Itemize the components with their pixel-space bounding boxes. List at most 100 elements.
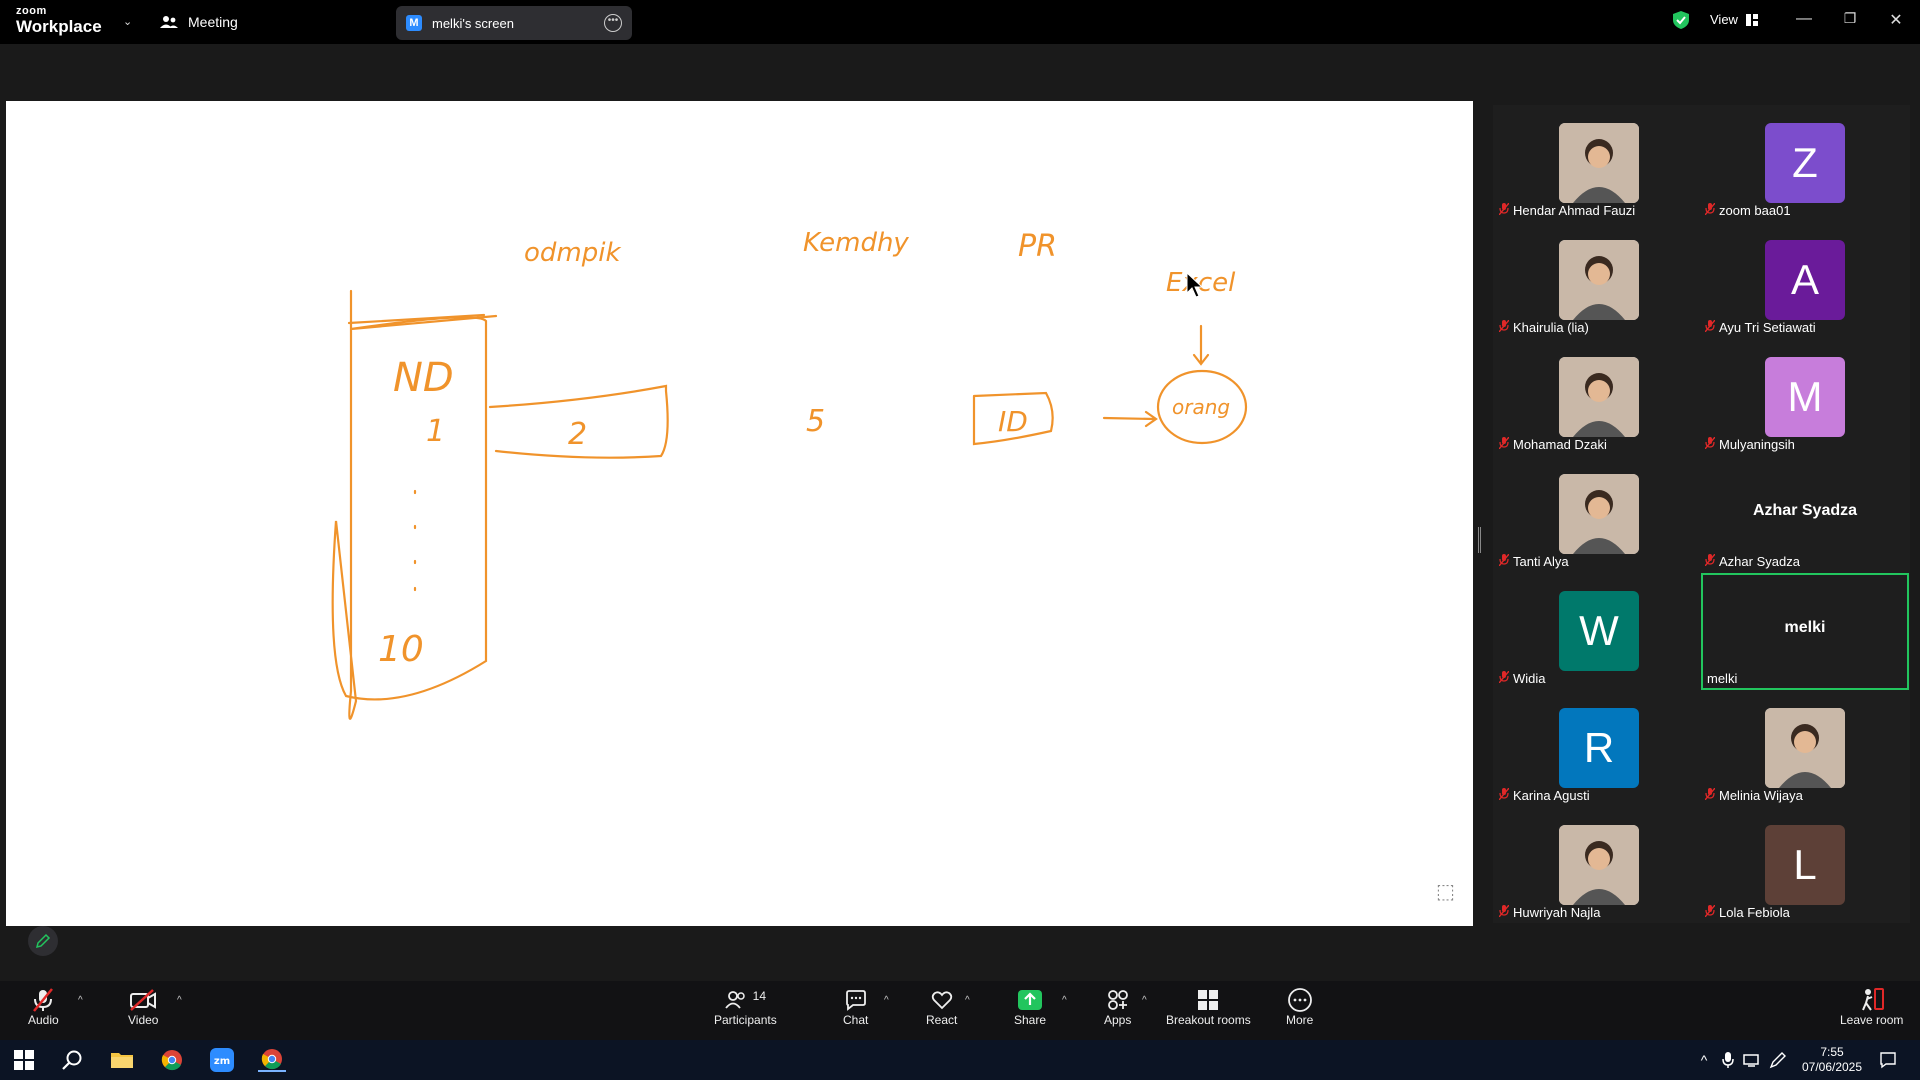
mic-muted-icon: [1704, 436, 1716, 452]
annotate-pen-icon[interactable]: [28, 926, 58, 956]
participant-name-label: Ayu Tri Setiawati: [1704, 319, 1816, 335]
windows-start-icon[interactable]: [10, 1048, 38, 1072]
apps-label: Apps: [1104, 1013, 1132, 1027]
restore-icon[interactable]: ❐: [1840, 10, 1860, 27]
title-bar: zoom Workplace ⌄ Meeting M melki's scree…: [0, 0, 1920, 44]
label-1: ND: [393, 355, 454, 401]
meeting-label: Meeting: [188, 14, 238, 30]
video-off-icon: [130, 989, 157, 1011]
participant-tile[interactable]: R Karina Agusti: [1495, 690, 1703, 807]
label-3: 2: [568, 417, 587, 452]
more-button[interactable]: More: [1286, 987, 1313, 1027]
participant-tile[interactable]: W Widia: [1495, 573, 1703, 690]
participant-name-label: melki: [1707, 671, 1737, 686]
participant-name: Ayu Tri Setiawati: [1719, 320, 1816, 335]
participant-tile[interactable]: M Mulyaningsih: [1701, 339, 1909, 456]
shield-check-icon[interactable]: [1672, 10, 1690, 30]
meeting-button[interactable]: Meeting: [160, 12, 238, 32]
mic-muted-icon: [1498, 670, 1510, 686]
notifications-icon[interactable]: [1874, 1048, 1902, 1072]
video-button[interactable]: Video: [128, 987, 158, 1027]
breakout-rooms-button[interactable]: Breakout rooms: [1166, 987, 1251, 1027]
participant-tile[interactable]: L Lola Febiola: [1701, 807, 1909, 924]
react-label: React: [926, 1013, 958, 1027]
audio-caret-icon[interactable]: ^: [78, 995, 83, 1006]
mic-muted-icon: [1498, 202, 1510, 218]
apps-button[interactable]: Apps: [1104, 987, 1131, 1027]
word-1: odmpik: [524, 238, 621, 268]
logo-line2: Workplace: [16, 17, 102, 36]
participant-tile[interactable]: Hendar Ahmad Fauzi: [1495, 105, 1703, 222]
participant-name-label: Azhar Syadza: [1704, 553, 1800, 569]
participant-tile[interactable]: Mohamad Dzaki: [1495, 339, 1703, 456]
stroke-arrow-right: [1102, 410, 1158, 428]
participant-tile[interactable]: A Ayu Tri Setiawati: [1701, 222, 1909, 339]
participants-button[interactable]: 14 Participants: [714, 987, 777, 1027]
participant-name: Mohamad Dzaki: [1513, 437, 1607, 452]
react-button[interactable]: React: [926, 987, 957, 1027]
taskbar-clock[interactable]: 7:55 07/06/2025: [1800, 1045, 1864, 1075]
mic-muted-icon: [1498, 553, 1510, 569]
apps-caret-icon[interactable]: ^: [1142, 995, 1147, 1006]
mic-muted-icon: [1704, 553, 1716, 569]
tray-network-icon[interactable]: [1738, 1048, 1766, 1072]
chat-icon: [845, 990, 866, 1011]
participant-name-label: zoom baa01: [1704, 202, 1791, 218]
react-caret-icon[interactable]: ^: [965, 995, 970, 1006]
label-2: 1: [426, 414, 445, 449]
mic-muted-icon: [33, 988, 54, 1012]
share-arrow-icon: [1018, 990, 1043, 1010]
leave-icon: [1861, 988, 1884, 1011]
people-icon: [724, 991, 745, 1009]
search-icon[interactable]: [58, 1048, 86, 1072]
share-caret-icon[interactable]: ^: [1062, 995, 1067, 1006]
participant-name: zoom baa01: [1719, 203, 1791, 218]
participant-tile[interactable]: Tanti Alya: [1495, 456, 1703, 573]
participant-name-label: Huwriyah Najla: [1498, 904, 1601, 920]
people-icon: [160, 16, 178, 28]
participant-photo: [1559, 123, 1639, 203]
chat-caret-icon[interactable]: ^: [884, 995, 889, 1006]
chat-button[interactable]: Chat: [843, 987, 868, 1027]
participant-name: Huwriyah Najla: [1513, 905, 1601, 920]
participant-tile[interactable]: melki melki: [1701, 573, 1909, 690]
participant-name: Khairulia (lia): [1513, 320, 1589, 335]
close-icon[interactable]: ✕: [1886, 10, 1906, 30]
more-options-icon[interactable]: •••: [604, 14, 622, 32]
participant-name-label: Karina Agusti: [1498, 787, 1590, 803]
whiteboard-drawing: odmpik Kemdhy PR Excel ND 1 2 5 10 ID 10…: [331, 228, 1248, 720]
participant-initial-avatar: Z: [1765, 123, 1845, 203]
view-button[interactable]: View: [1710, 12, 1758, 27]
chrome-active-icon[interactable]: [258, 1048, 286, 1072]
participant-tile[interactable]: Zzoom baa01: [1701, 105, 1909, 222]
panel-resize-handle[interactable]: [1478, 527, 1481, 553]
participant-name: Widia: [1513, 671, 1546, 686]
participant-name-label: Hendar Ahmad Fauzi: [1498, 202, 1635, 218]
leave-room-button[interactable]: Leave room: [1840, 987, 1903, 1027]
participant-gallery: Hendar Ahmad Fauzi Zzoom baa01 Khairulia (…: [1493, 105, 1910, 923]
heart-icon: [931, 991, 952, 1010]
chevron-down-icon[interactable]: ⌄: [123, 15, 132, 28]
shared-screen[interactable]: odmpik Kemdhy PR Excel ND 1 2 5 10 ID 10…: [6, 101, 1473, 926]
windows-taskbar: zm ^ 7:55 07/06/2025: [0, 1040, 1920, 1080]
participant-tile[interactable]: Huwriyah Najla: [1495, 807, 1703, 924]
participant-tile[interactable]: Melinia Wijaya: [1701, 690, 1909, 807]
participant-tile[interactable]: Khairulia (lia): [1495, 222, 1703, 339]
video-caret-icon[interactable]: ^: [177, 995, 182, 1006]
share-button[interactable]: Share: [1014, 987, 1046, 1027]
participant-photo: [1559, 240, 1639, 320]
participants-count: 14: [752, 989, 767, 1003]
chrome-icon[interactable]: [158, 1048, 186, 1072]
zoom-app-icon[interactable]: zm: [208, 1048, 236, 1072]
svg-text:zm: zm: [214, 1056, 230, 1067]
participant-tile[interactable]: Azhar Syadza Azhar Syadza: [1701, 456, 1909, 573]
expand-corner-icon[interactable]: ⬚: [1436, 879, 1455, 904]
screen-share-pill[interactable]: M melki's screen •••: [396, 6, 632, 40]
audio-button[interactable]: Audio: [28, 987, 59, 1027]
mic-muted-icon: [1704, 202, 1716, 218]
tray-pen-icon[interactable]: [1764, 1048, 1792, 1072]
file-explorer-icon[interactable]: [108, 1048, 136, 1072]
zoom-logo[interactable]: zoom Workplace: [16, 6, 102, 36]
minimize-icon[interactable]: —: [1794, 10, 1814, 28]
participant-name-label: Melinia Wijaya: [1704, 787, 1803, 803]
